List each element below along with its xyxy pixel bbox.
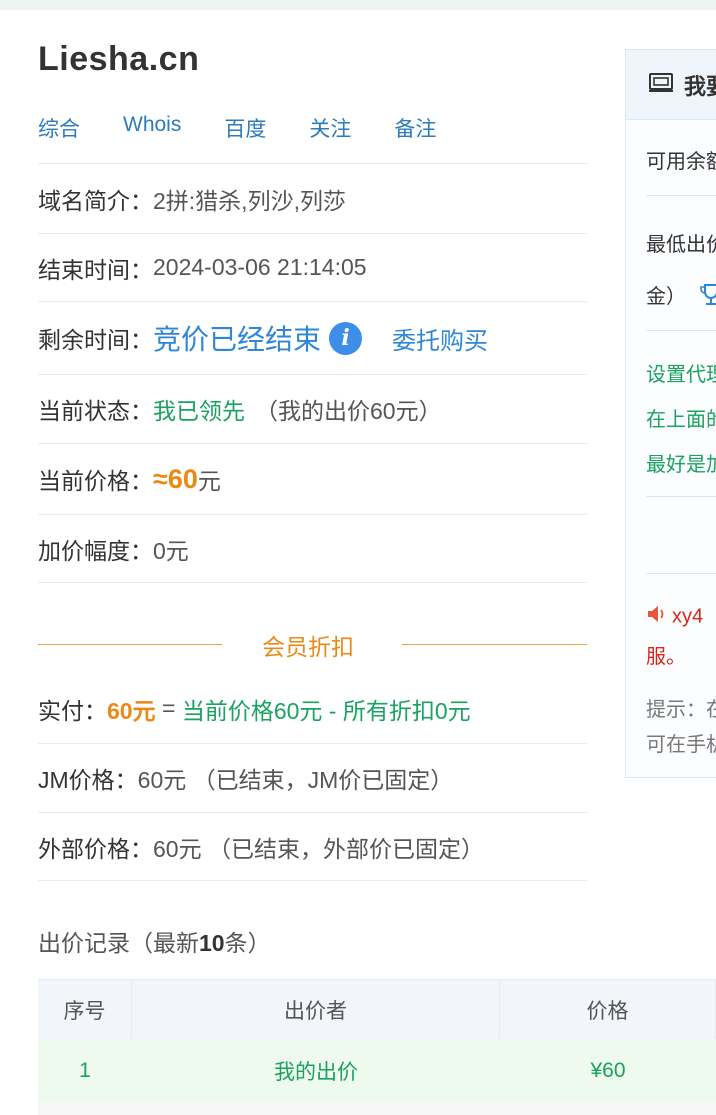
row-index: 1 xyxy=(79,1058,91,1082)
proxy-tip-3: 最好是加 xyxy=(646,454,716,476)
price-label: 当前价格： xyxy=(38,468,153,494)
bid-records-table: 序号 出价者 价格 1 我的出价 ¥60 xyxy=(38,979,716,1115)
link-whois[interactable]: Whois xyxy=(123,113,181,143)
pay-equals: = xyxy=(155,695,182,721)
intro-value: 2拼:猎杀,列沙,列莎 xyxy=(153,187,346,214)
speaker-icon xyxy=(646,604,668,630)
pay-label: 实付： xyxy=(38,697,107,724)
row-end-time: 结束时间： 2024-03-06 21:14:05 xyxy=(38,233,587,301)
domain-title: Liesha.cn xyxy=(38,40,200,78)
jm-price-value: 60元 （已结束，JM价已固定） xyxy=(137,767,454,793)
row-external-price: 外部价格： 60元 （已结束，外部价已固定） xyxy=(38,812,587,881)
intro-label: 域名简介： xyxy=(38,187,153,214)
row-status: 当前状态： 我已领先 （我的出价60元） xyxy=(38,374,587,443)
link-note[interactable]: 备注 xyxy=(394,113,436,143)
hint-line-2: 可在手机 xyxy=(646,734,716,756)
hint-line-1: 提示：在 xyxy=(646,699,716,721)
proxy-tip-1: 设置代理 xyxy=(646,364,716,386)
info-icon[interactable]: i xyxy=(329,321,363,355)
status-label: 当前状态： xyxy=(38,398,153,424)
row-jm-price: JM价格： 60元 （已结束，JM价已固定） xyxy=(38,743,587,812)
status-note: （我的出价60元） xyxy=(255,398,442,424)
member-discount-title: 会员折扣 xyxy=(262,634,354,660)
domain-links: 综合 Whois 百度 关注 备注 xyxy=(38,113,479,143)
records-title-pre: 出价记录（最新 xyxy=(38,930,199,956)
deposit-label: 金） xyxy=(646,286,686,308)
panel-divider xyxy=(646,496,716,497)
notice-line-1: xy4 xyxy=(646,604,703,630)
panel-divider xyxy=(646,573,716,574)
jm-price-label: JM价格： xyxy=(38,767,138,793)
remaining-value: 竞价已经结束 xyxy=(153,324,322,355)
row-intro: 域名简介： 2拼:猎杀,列沙,列莎 xyxy=(38,163,587,233)
camera-icon xyxy=(648,71,674,98)
top-bar xyxy=(0,0,716,10)
header-bidder: 出价者 xyxy=(132,980,500,1039)
external-price-value: 60元 （已结束，外部价已固定） xyxy=(153,835,484,862)
panel-header: 我要 xyxy=(626,50,716,120)
bid-panel: 我要 可用余额 最低出价 金） 设置代理 在上面的 最好是加 xy4 服。 提示… xyxy=(625,49,716,778)
row-increment: 加价幅度： 0元 xyxy=(38,514,587,583)
records-title-num: 10 xyxy=(199,930,225,956)
panel-divider xyxy=(646,330,716,331)
balance-label: 可用余额 xyxy=(646,151,716,173)
increment-value: 0元 xyxy=(153,537,189,564)
row-price: 当前价格： ≈60 元 xyxy=(38,443,587,514)
notice-line-2: 服。 xyxy=(646,646,686,668)
external-price-label: 外部价格： xyxy=(38,835,153,862)
end-time-value: 2024-03-06 21:14:05 xyxy=(153,254,367,280)
price-unit: 元 xyxy=(197,468,221,494)
table-header: 序号 出价者 价格 xyxy=(38,979,716,1039)
panel-divider xyxy=(646,195,716,196)
link-baidu[interactable]: 百度 xyxy=(224,113,266,143)
proxy-tip-2: 在上面的 xyxy=(646,409,716,431)
price-value: ≈60 xyxy=(153,463,198,494)
pay-value: 60元 xyxy=(107,697,156,724)
table-row: 1 我的出价 ¥60 xyxy=(38,1039,716,1102)
link-overview[interactable]: 综合 xyxy=(38,113,80,143)
divider-left xyxy=(38,644,222,645)
notice-text: xy4 xyxy=(672,605,704,628)
pay-formula: 当前价格60元 - 所有折扣0元 xyxy=(181,697,471,724)
row-actual-pay: 实付： 60元 = 当前价格60元 - 所有折扣0元 xyxy=(38,674,587,743)
status-value: 我已领先 xyxy=(153,398,245,424)
row-price: ¥60 xyxy=(590,1058,626,1082)
trophy-icon[interactable] xyxy=(699,283,716,313)
entrust-buy-link[interactable]: 委托购买 xyxy=(392,321,488,356)
min-bid-label: 最低出价 xyxy=(646,234,716,256)
deposit-text: 金） xyxy=(646,280,716,313)
end-time-label: 结束时间： xyxy=(38,256,153,283)
row-remaining-time: 剩余时间： 竞价已经结束 i 委托购买 xyxy=(38,301,587,374)
header-index: 序号 xyxy=(38,980,132,1039)
header-price: 价格 xyxy=(500,980,716,1039)
bid-records-title: 出价记录（最新10条） xyxy=(38,924,271,958)
remaining-label: 剩余时间： xyxy=(38,327,153,353)
divider-right xyxy=(402,644,587,645)
increment-label: 加价幅度： xyxy=(38,537,153,564)
row-bidder: 我的出价 xyxy=(274,1060,358,1084)
link-follow[interactable]: 关注 xyxy=(309,113,351,143)
table-row-next xyxy=(38,1102,716,1115)
panel-title: 我要 xyxy=(684,73,716,99)
records-title-post: 条） xyxy=(224,930,271,956)
